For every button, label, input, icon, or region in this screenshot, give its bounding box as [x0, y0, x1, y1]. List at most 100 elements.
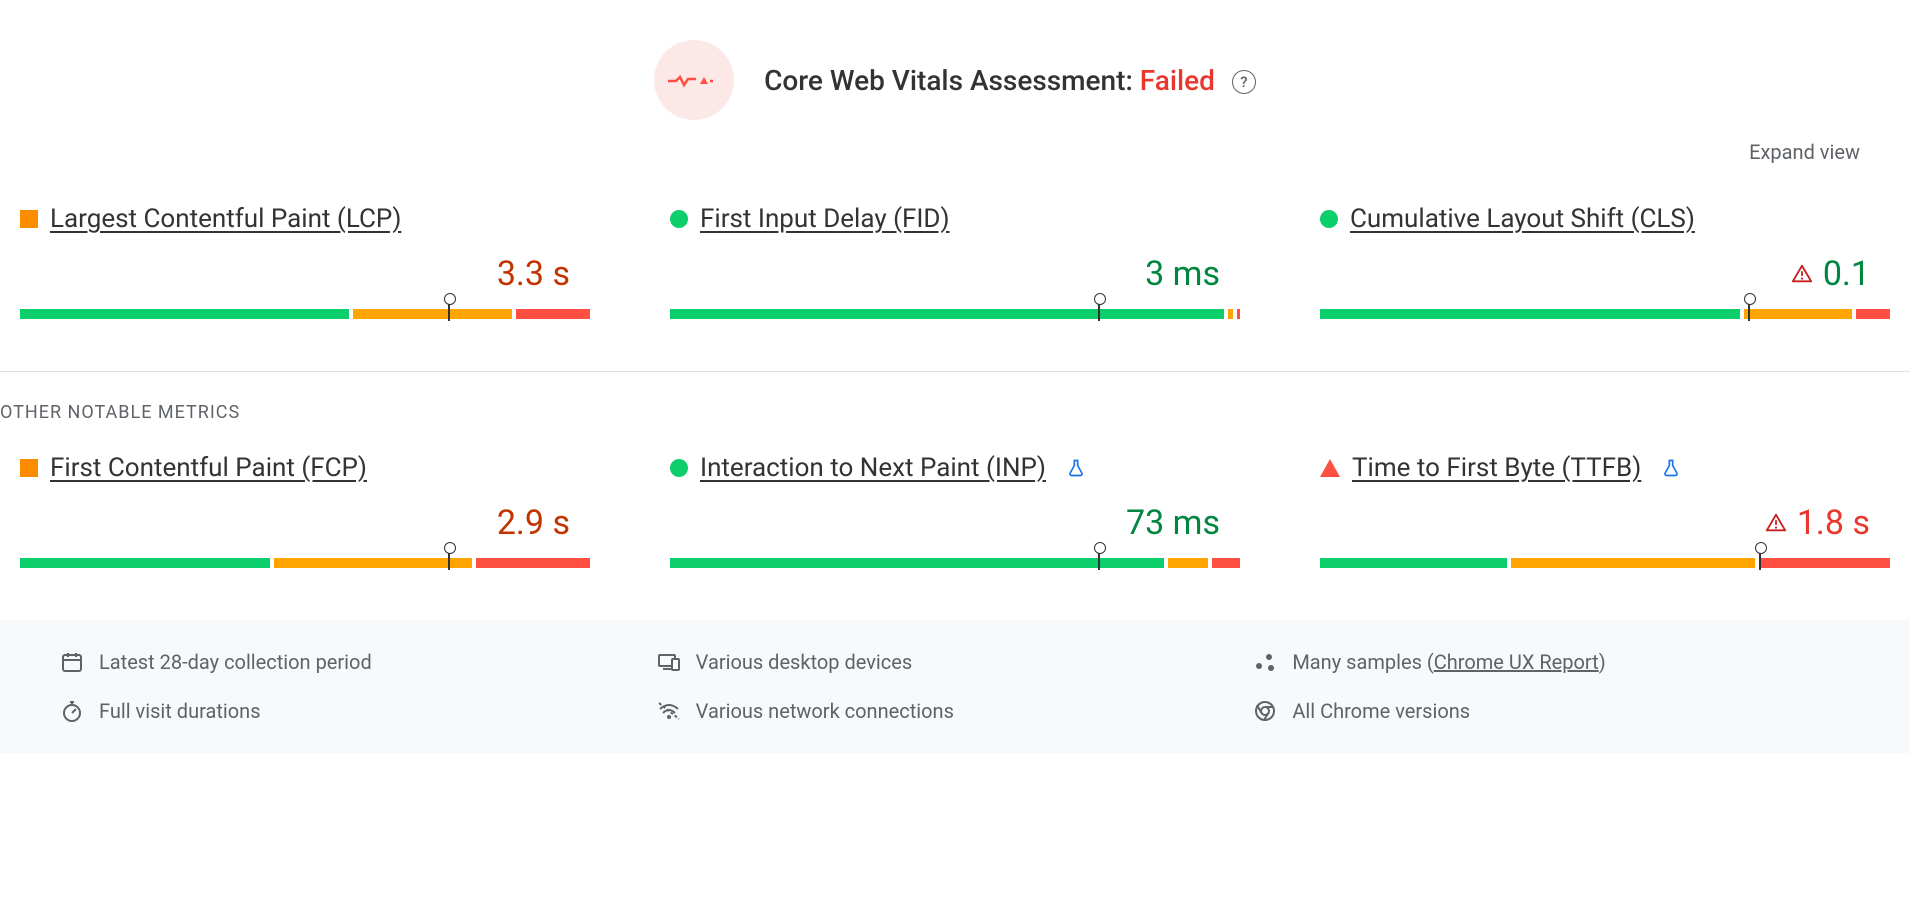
distribution-bar	[1320, 548, 1890, 570]
distribution-bar	[20, 299, 590, 321]
assessment-title: Core Web Vitals Assessment: Failed ?	[764, 64, 1256, 97]
dist-segment	[20, 309, 349, 319]
metric-value-row: 1.8 s	[1320, 503, 1890, 543]
footer-versions-text: All Chrome versions	[1292, 699, 1470, 723]
footer-versions: All Chrome versions	[1253, 699, 1850, 723]
metric-title-link[interactable]: Time to First Byte (TTFB)	[1352, 453, 1641, 483]
devices-icon	[657, 650, 681, 674]
trend-line-icon	[666, 70, 722, 90]
dist-segment	[1511, 558, 1755, 568]
calendar-icon	[60, 650, 84, 674]
percentile-marker	[448, 299, 450, 321]
footer-info: Latest 28-day collection period Various …	[0, 620, 1910, 753]
metric-card: Time to First Byte (TTFB) 1.8 s	[1320, 443, 1890, 580]
metric-card: First Contentful Paint (FCP) 2.9 s	[20, 443, 590, 580]
metric-value: 3.3 s	[497, 254, 570, 294]
status-triangle-icon	[1320, 459, 1340, 477]
footer-network-text: Various network connections	[696, 699, 954, 723]
footer-samples: Many samples (Chrome UX Report)	[1253, 650, 1850, 674]
metric-title-link[interactable]: Interaction to Next Paint (INP)	[700, 453, 1046, 483]
status-dot-icon	[670, 459, 688, 477]
footer-devices-text: Various desktop devices	[696, 650, 913, 674]
metric-value-row: 0.1	[1320, 254, 1890, 294]
core-web-vitals-panel: Core Web Vitals Assessment: Failed ? Exp…	[0, 0, 1910, 753]
metric-card: Largest Contentful Paint (LCP) 3.3 s	[20, 194, 590, 331]
dist-segment	[1744, 309, 1852, 319]
flask-icon	[1066, 458, 1086, 478]
dist-segment	[1856, 309, 1890, 319]
status-badge-circle	[654, 40, 734, 120]
dist-segment	[20, 558, 270, 568]
core-metrics-grid: Largest Contentful Paint (LCP) 3.3 s First…	[0, 194, 1910, 371]
footer-durations: Full visit durations	[60, 699, 657, 723]
distribution-bar	[670, 299, 1240, 321]
expand-view-link[interactable]: Expand view	[1749, 140, 1860, 164]
metric-value-row: 3 ms	[670, 254, 1240, 294]
metric-title-link[interactable]: First Contentful Paint (FCP)	[50, 453, 367, 483]
dist-segment	[670, 309, 1224, 319]
status-square-icon	[20, 210, 38, 228]
footer-collection-text: Latest 28-day collection period	[99, 650, 372, 674]
warning-triangle-icon	[1765, 512, 1787, 534]
percentile-marker	[1098, 548, 1100, 570]
footer-durations-text: Full visit durations	[99, 699, 261, 723]
status-square-icon	[20, 459, 38, 477]
status-dot-icon	[670, 210, 688, 228]
footer-network: Various network connections	[657, 699, 1254, 723]
expand-row: Expand view	[0, 140, 1910, 194]
metric-value: 3 ms	[1145, 254, 1220, 294]
dist-segment	[274, 558, 473, 568]
stopwatch-icon	[60, 699, 84, 723]
metric-value-row: 2.9 s	[20, 503, 590, 543]
metric-card: First Input Delay (FID) 3 ms	[670, 194, 1240, 331]
metric-header: First Contentful Paint (FCP)	[20, 453, 590, 483]
warning-triangle-icon	[1791, 263, 1813, 285]
title-prefix: Core Web Vitals Assessment:	[764, 64, 1140, 97]
dist-segment	[353, 309, 512, 319]
metric-value: 73 ms	[1126, 503, 1220, 543]
assessment-status: Failed	[1140, 64, 1215, 97]
percentile-marker	[448, 548, 450, 570]
flask-icon	[1661, 458, 1681, 478]
metric-card: Cumulative Layout Shift (CLS) 0.1	[1320, 194, 1890, 331]
metric-title-link[interactable]: Largest Contentful Paint (LCP)	[50, 204, 401, 234]
distribution-bar	[20, 548, 590, 570]
dist-segment	[1320, 558, 1507, 568]
metric-header: First Input Delay (FID)	[670, 204, 1240, 234]
help-icon[interactable]: ?	[1232, 70, 1256, 94]
metric-header: Cumulative Layout Shift (CLS)	[1320, 204, 1890, 234]
dist-segment	[670, 558, 1164, 568]
dist-segment	[1759, 558, 1890, 568]
metric-value: 1.8 s	[1797, 503, 1870, 543]
dist-segment	[1237, 309, 1240, 319]
samples-prefix: Many samples (	[1292, 650, 1433, 674]
chrome-ux-report-link[interactable]: Chrome UX Report	[1434, 650, 1599, 674]
metric-title-link[interactable]: Cumulative Layout Shift (CLS)	[1350, 204, 1695, 234]
metric-header: Largest Contentful Paint (LCP)	[20, 204, 590, 234]
samples-icon	[1253, 650, 1277, 674]
footer-collection: Latest 28-day collection period	[60, 650, 657, 674]
percentile-marker	[1098, 299, 1100, 321]
metric-value: 0.1	[1823, 254, 1870, 294]
assessment-header: Core Web Vitals Assessment: Failed ?	[0, 0, 1910, 140]
samples-suffix: )	[1599, 650, 1606, 674]
other-metrics-label: OTHER NOTABLE METRICS	[0, 372, 1910, 443]
network-icon	[657, 699, 681, 723]
chrome-icon	[1253, 699, 1277, 723]
metric-title-link[interactable]: First Input Delay (FID)	[700, 204, 950, 234]
percentile-marker	[1748, 299, 1750, 321]
metric-header: Time to First Byte (TTFB)	[1320, 453, 1890, 483]
distribution-bar	[1320, 299, 1890, 321]
dist-segment	[1212, 558, 1240, 568]
distribution-bar	[670, 548, 1240, 570]
footer-devices: Various desktop devices	[657, 650, 1254, 674]
status-dot-icon	[1320, 210, 1338, 228]
dist-segment	[1168, 558, 1208, 568]
metric-value-row: 73 ms	[670, 503, 1240, 543]
metric-header: Interaction to Next Paint (INP)	[670, 453, 1240, 483]
metric-value: 2.9 s	[497, 503, 570, 543]
dist-segment	[476, 558, 590, 568]
dist-segment	[516, 309, 590, 319]
metric-card: Interaction to Next Paint (INP) 73 ms	[670, 443, 1240, 580]
dist-segment	[1320, 309, 1740, 319]
